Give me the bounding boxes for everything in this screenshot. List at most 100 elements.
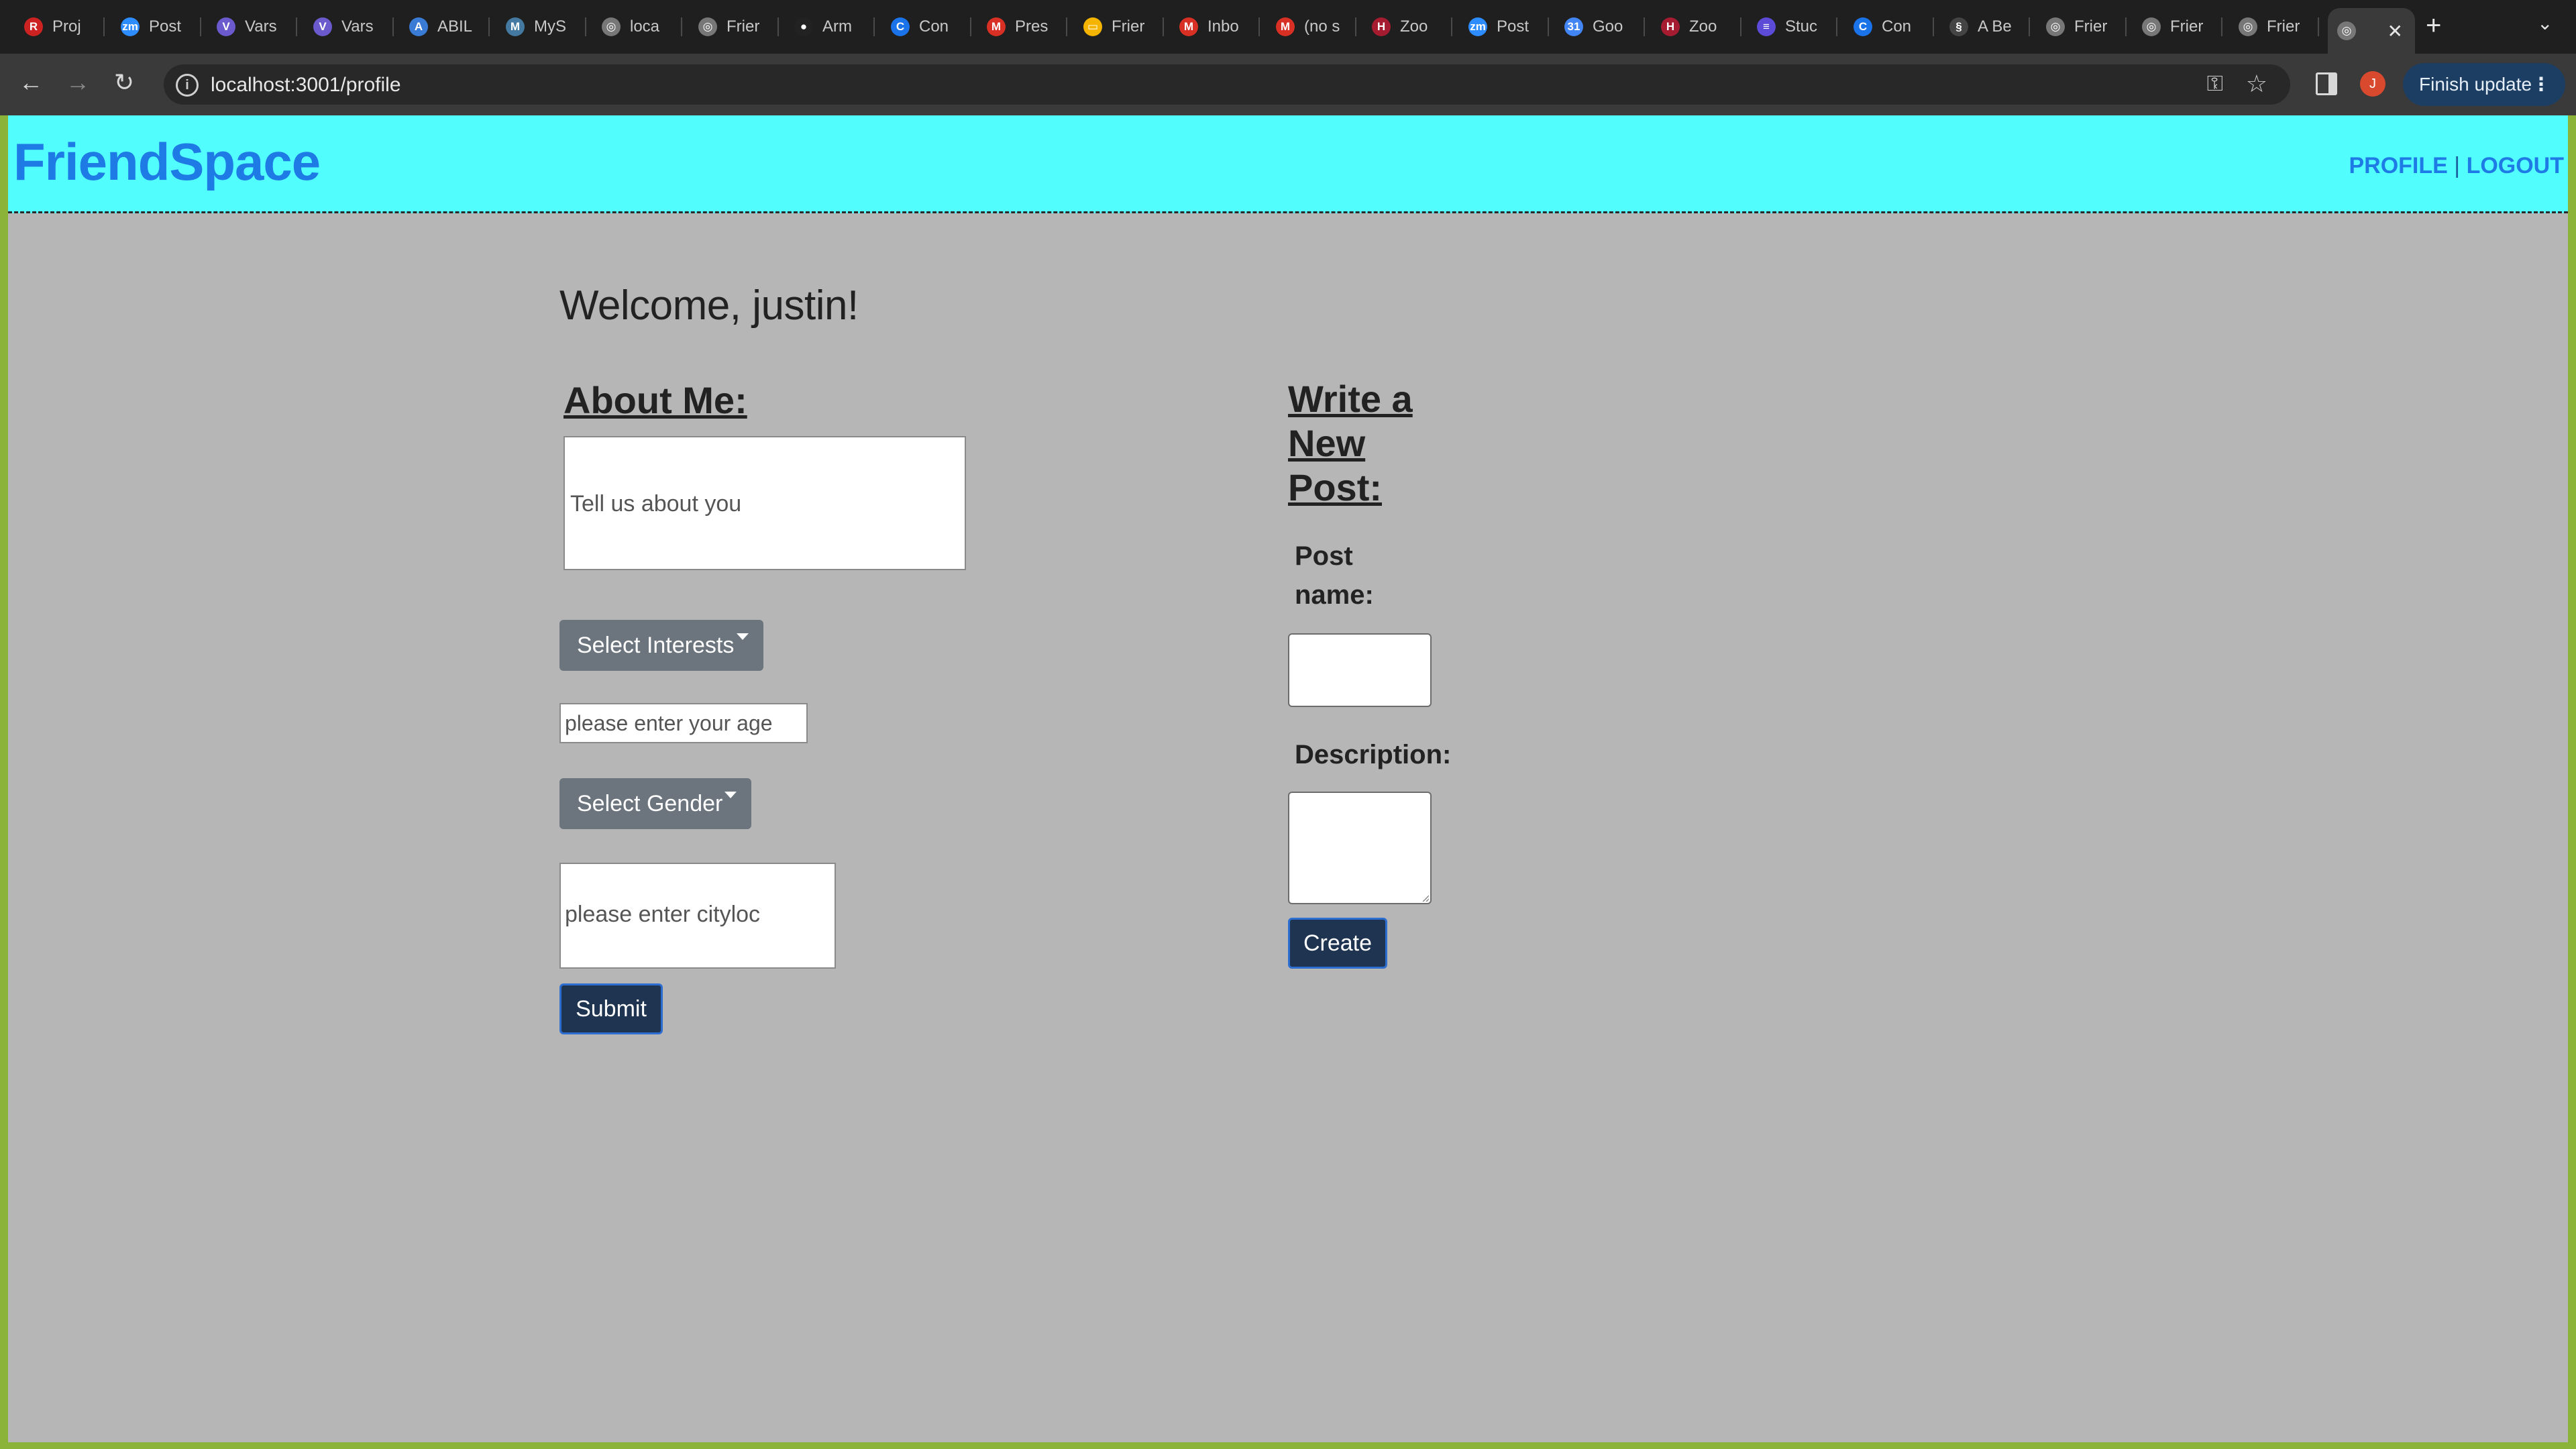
globe-icon: ◎ [2046,17,2065,36]
forward-arrow-icon[interactable]: → [66,68,90,97]
finish-update-label: Finish update [2419,74,2532,95]
bookmark-star-icon[interactable]: ☆ [2246,70,2267,98]
tab-title: Con [919,17,949,36]
globe-icon: ◎ [2142,17,2161,36]
browser-tab[interactable]: V Vars [217,8,297,46]
globe-icon: ◎ [698,17,717,36]
age-input[interactable]: please enter your age [559,703,808,743]
harvard-icon: H [1372,17,1391,36]
browser-tab[interactable]: A ABIL [409,8,490,46]
browser-tab[interactable]: ◎ Frier [2142,8,2222,46]
tab-separator [777,17,779,36]
browser-tab[interactable]: M (no s [1276,8,1356,46]
browser-tab[interactable]: ≡ Stuc [1757,8,1837,46]
site-header: FriendSpace PROFILE | LOGOUT [8,115,2568,213]
select-gender-label: Select Gender [577,791,723,816]
about-me-textarea[interactable]: Tell us about you [564,436,966,570]
profile-avatar[interactable]: J [2360,71,2385,97]
gmail-icon: M [1276,17,1295,36]
tab-separator [2318,17,2319,36]
browser-tab[interactable]: R Proj [24,8,105,46]
caret-down-icon [737,633,749,640]
rutgers-icon: R [24,17,43,36]
browser-tab[interactable]: M MyS [506,8,586,46]
tab-search-chevron-icon[interactable]: ⌄ [2537,12,2553,34]
browser-tab[interactable]: M Inbo [1179,8,1260,46]
create-button[interactable]: Create [1288,918,1387,969]
browser-tab[interactable]: M Pres [987,8,1067,46]
nav-profile-link[interactable]: PROFILE [2349,153,2447,178]
tab-title: Frier [2267,17,2300,36]
select-gender-dropdown[interactable]: Select Gender [559,778,751,829]
new-tab-button[interactable]: + [2426,11,2441,41]
tab-title: Inbo [1208,17,1239,36]
select-interests-dropdown[interactable]: Select Interests [559,620,763,671]
kebab-menu-icon[interactable]: ⋮ [2532,63,2551,106]
browser-tab[interactable]: H Zoo [1661,8,1741,46]
link-icon: § [1949,17,1968,36]
password-key-icon[interactable]: ⚿ [2207,71,2223,97]
google-calendar-icon: 31 [1564,17,1583,36]
address-url[interactable]: localhost:3001/profile [211,74,401,97]
address-bar[interactable]: i localhost:3001/profile ⚿ ☆ [164,64,2290,105]
varsity-icon: V [217,17,235,36]
tab-separator [488,17,490,36]
browser-tab[interactable]: ● Arm [794,8,875,46]
tab-separator [1355,17,1356,36]
finish-update-button[interactable]: Finish update ⋮ [2403,63,2565,106]
tab-active[interactable]: ◎ ✕ [2328,8,2415,54]
gmail-icon: M [987,17,1006,36]
gmail-icon: M [1179,17,1198,36]
select-interests-label: Select Interests [577,633,735,658]
globe-icon: ◎ [2239,17,2257,36]
nav-separator: | [2454,153,2461,178]
submit-button[interactable]: Submit [559,983,663,1034]
github-icon: ● [794,17,813,36]
back-arrow-icon[interactable]: ← [19,68,43,97]
about-me-heading: About Me: [564,379,747,421]
tab-title: ABIL [437,17,473,36]
browser-tab[interactable]: ◎ Frier [2239,8,2319,46]
browser-tab[interactable]: ◎ Frier [698,8,779,46]
tab-title: Frier [727,17,760,36]
tab-separator [2221,17,2222,36]
site-brand[interactable]: FriendSpace [13,131,321,193]
site-info-icon[interactable]: i [176,74,199,97]
close-tab-icon[interactable]: ✕ [2387,20,2403,42]
tab-title: Frier [2074,17,2108,36]
tab-separator [1066,17,1067,36]
description-textarea[interactable] [1288,792,1432,904]
chrome-icon: C [891,17,910,36]
browser-tab[interactable]: zm Post [1468,8,1549,46]
tab-separator [1933,17,1934,36]
browser-tab-strip: R Proj zm Post V Vars V Vars A ABIL M MyS ◎ loca ◎ Frie… [0,0,2576,54]
city-input[interactable]: please enter cityloc [559,863,836,969]
tab-separator [1548,17,1549,36]
browser-tab[interactable]: C Con [891,8,971,46]
browser-tab[interactable]: H Zoo [1372,8,1452,46]
tab-separator [1740,17,1741,36]
side-panel-icon[interactable] [2316,72,2337,95]
browser-tab[interactable]: ◎ loca [602,8,682,46]
browser-tab[interactable]: 31 Goo [1564,8,1645,46]
tab-separator [392,17,394,36]
resize-grip-icon[interactable] [1422,895,1429,902]
browser-tab[interactable]: ▭ Frier [1083,8,1164,46]
tab-separator [1836,17,1837,36]
globe-icon: ◎ [602,17,621,36]
mysql-icon: M [506,17,525,36]
browser-tab[interactable]: § A Be [1949,8,2030,46]
post-name-input[interactable] [1288,633,1432,707]
reload-icon[interactable]: ↻ [114,68,134,97]
tab-title: Vars [341,17,374,36]
tab-title: Goo [1593,17,1623,36]
browser-tab[interactable]: V Vars [313,8,394,46]
browser-tab[interactable]: ◎ Frier [2046,8,2127,46]
tab-separator [1258,17,1260,36]
nav-logout-link[interactable]: LOGOUT [2467,153,2564,178]
browser-tab[interactable]: C Con [1854,8,1934,46]
tab-separator [970,17,971,36]
browser-tab[interactable]: zm Post [121,8,201,46]
tab-separator [2125,17,2127,36]
page-content: FriendSpace PROFILE | LOGOUT Welcome, ju… [8,115,2568,1442]
